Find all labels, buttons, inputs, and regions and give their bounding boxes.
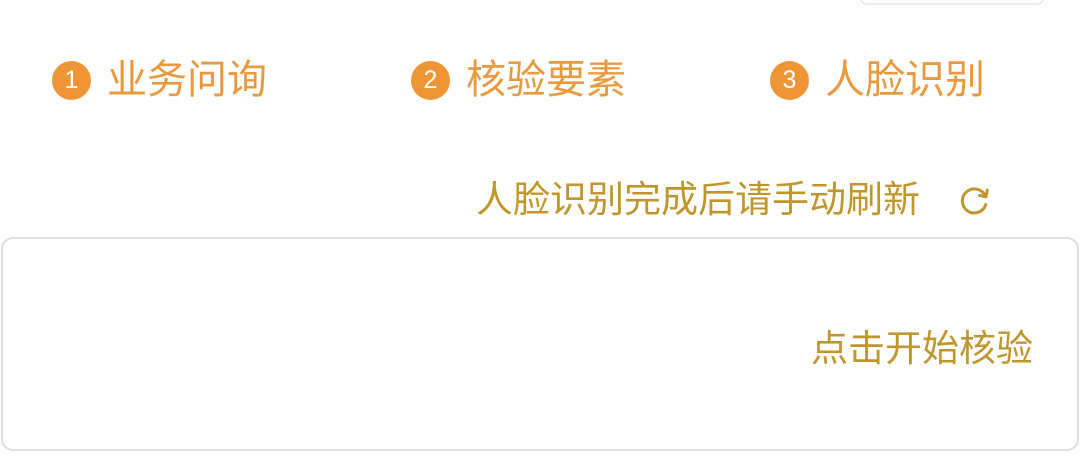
step-2: 2 核验要素: [411, 50, 626, 110]
step-3: 3 人脸识别: [770, 50, 985, 110]
refresh-row: 人脸识别完成后请手动刷新: [476, 170, 992, 230]
start-verification-button[interactable]: 点击开始核验: [811, 319, 1033, 379]
refresh-button[interactable]: [956, 182, 992, 218]
step-1-number-badge: 1: [52, 60, 91, 100]
verification-card: 点击开始核验: [1, 237, 1079, 451]
step-1-label: 业务问询: [107, 57, 267, 103]
step-3-number-badge: 3: [770, 60, 809, 100]
refresh-icon[interactable]: [956, 182, 992, 218]
progress-steps: 1 业务问询 2 核验要素 3 人脸识别: [0, 0, 1080, 160]
step-2-label: 核验要素: [466, 57, 626, 103]
step-2-number-badge: 2: [411, 60, 450, 100]
step-1: 1 业务问询: [52, 50, 267, 110]
refresh-instruction: 人脸识别完成后请手动刷新: [476, 178, 920, 221]
step-3-label: 人脸识别: [825, 57, 985, 103]
